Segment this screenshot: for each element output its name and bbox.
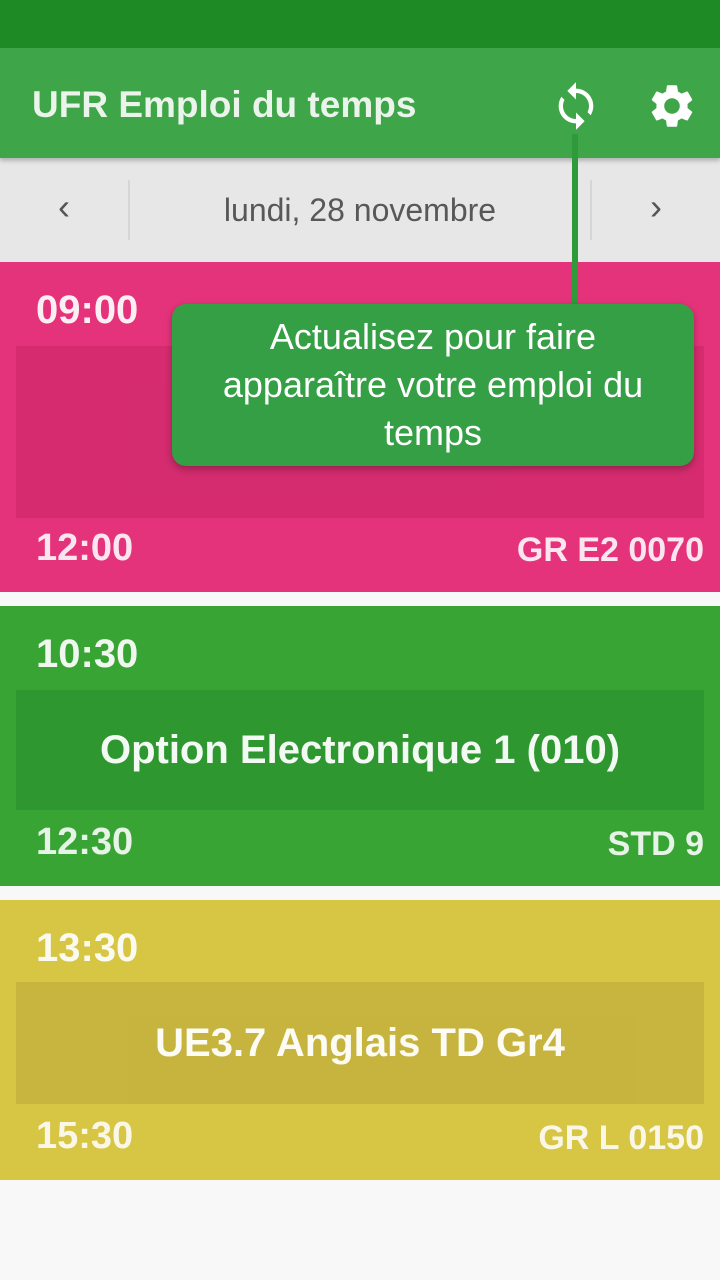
tooltip-pointer [572, 134, 578, 306]
chevron-right-icon: › [650, 186, 662, 227]
event-title: UE3.7 Anglais TD Gr4 [16, 982, 704, 1104]
tooltip-text: Actualisez pour faire apparaître votre e… [222, 316, 644, 453]
status-bar [0, 0, 720, 48]
event-room: GR E2 0070 [516, 531, 704, 569]
event-end-time: 12:00 [36, 527, 134, 569]
previous-day-button[interactable]: ‹ [0, 158, 128, 262]
gear-icon [651, 85, 693, 127]
chevron-left-icon: ‹ [58, 186, 70, 227]
event-start-time: 13:30 [36, 926, 139, 970]
event-end-time: 15:30 [36, 1115, 134, 1157]
event-start-time: 10:30 [36, 632, 139, 676]
event-title: Option Electronique 1 (010) [16, 690, 704, 810]
refresh-button[interactable] [550, 80, 602, 132]
event-room: STD 9 [607, 825, 704, 863]
event-start-time: 09:00 [36, 288, 139, 332]
event-card[interactable]: 10:30 Option Electronique 1 (010) 12:30 … [0, 606, 720, 886]
event-card[interactable]: 13:30 UE3.7 Anglais TD Gr4 15:30 GR L 01… [0, 900, 720, 1180]
event-room: GR L 0150 [538, 1119, 704, 1157]
app-bar: UFR Emploi du temps [0, 48, 720, 158]
next-day-button[interactable]: › [592, 158, 720, 262]
screen: UFR Emploi du temps ‹ lundi, 28 novembre… [0, 0, 720, 1280]
refresh-tooltip[interactable]: Actualisez pour faire apparaître votre e… [172, 304, 694, 466]
app-title: UFR Emploi du temps [32, 84, 417, 125]
refresh-icon [558, 82, 594, 130]
date-navigation: ‹ lundi, 28 novembre › [0, 158, 720, 262]
settings-button[interactable] [646, 80, 698, 132]
event-end-time: 12:30 [36, 821, 134, 863]
current-date: lundi, 28 novembre [223, 192, 497, 228]
